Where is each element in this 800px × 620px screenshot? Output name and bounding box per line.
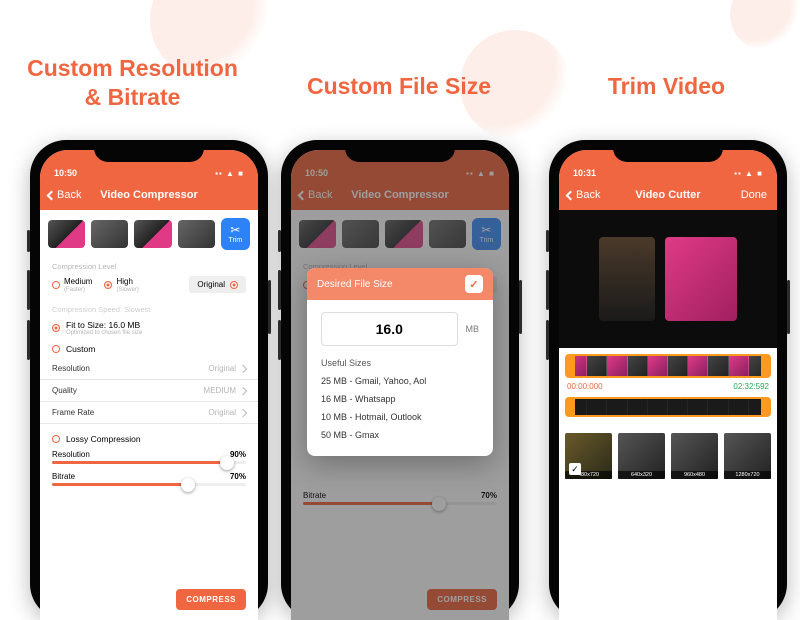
resolution-option[interactable]: 960x480: [671, 433, 718, 479]
useful-sizes-list: Useful Sizes 25 MB - Gmail, Yahoo, Aol 1…: [307, 354, 493, 456]
trim-start-time: 00:00:000: [567, 382, 603, 391]
preview-frame: [599, 237, 655, 321]
resolution-option[interactable]: 1280x720: [724, 433, 771, 479]
compression-level-segment: Medium(Faster) High(Slower) Original: [40, 273, 258, 299]
status-time: 10:50: [54, 168, 77, 178]
video-thumbnails-row: ✂ Trim: [40, 210, 258, 256]
confirm-button[interactable]: ✓: [465, 275, 483, 293]
section-compression-level: Compression Level: [40, 256, 258, 273]
modal-header: Desired File Size ✓: [307, 268, 493, 300]
useful-size-item[interactable]: 16 MB - Whatsapp: [321, 390, 479, 408]
option-lossy[interactable]: Lossy Compression: [40, 430, 258, 448]
trim-handle-right[interactable]: [761, 397, 771, 417]
preview-frame: [665, 237, 737, 321]
compress-button[interactable]: COMPRESS: [176, 589, 246, 610]
scissors-icon: ✂: [230, 224, 240, 236]
row-resolution[interactable]: ResolutionOriginal: [40, 358, 258, 380]
speed-label: Compression Speed: Slowest: [40, 299, 258, 316]
panel-trim-video: Trim Video 10:31 ▪▪ ▲ ■ Back Video Cutte…: [533, 0, 800, 545]
radio-icon: [52, 281, 60, 289]
modal-title: Desired File Size: [317, 279, 393, 290]
option-high[interactable]: High(Slower): [104, 277, 138, 293]
file-size-unit: MB: [466, 324, 480, 334]
useful-size-item[interactable]: 25 MB - Gmail, Yahoo, Aol: [321, 372, 479, 390]
check-icon: ✓: [469, 278, 478, 291]
headline: Trim Video: [533, 72, 800, 101]
file-size-input[interactable]: 16.0: [321, 312, 458, 346]
trim-timeline-secondary[interactable]: [565, 397, 771, 417]
done-button[interactable]: Done: [741, 189, 767, 201]
slider-bitrate[interactable]: Bitrate70%: [40, 470, 258, 492]
chevron-right-icon: [239, 386, 247, 394]
phone-notch: [613, 140, 723, 162]
resolution-option[interactable]: 480x720: [565, 433, 612, 479]
panel-custom-size: Custom File Size 10:50 ▪▪ ▲ ■ Back Video…: [265, 0, 533, 545]
video-thumb[interactable]: [91, 220, 128, 248]
useful-size-item[interactable]: 50 MB - Gmax: [321, 426, 479, 444]
option-medium[interactable]: Medium(Faster): [52, 277, 92, 293]
chevron-right-icon: [239, 408, 247, 416]
trim-button[interactable]: ✂ Trim: [221, 218, 250, 250]
option-original[interactable]: Original: [189, 276, 246, 293]
video-preview[interactable]: [559, 210, 777, 348]
option-custom[interactable]: Custom: [40, 340, 258, 358]
status-time: 10:31: [573, 168, 596, 178]
chevron-left-icon: [47, 190, 57, 200]
trim-times: 00:00:000 02:32:592: [559, 378, 777, 393]
back-button[interactable]: Back: [48, 189, 81, 201]
nav-bar: Back Video Cutter Done: [559, 180, 777, 210]
video-thumb[interactable]: [178, 220, 215, 248]
nav-bar: Back Video Compressor: [40, 180, 258, 210]
useful-size-item[interactable]: 10 MB - Hotmail, Outlook: [321, 408, 479, 426]
slider-knob[interactable]: [220, 456, 234, 470]
screen-video-cutter: 10:31 ▪▪ ▲ ■ Back Video Cutter Done: [559, 150, 777, 620]
screen-compressor: 10:50 ▪▪ ▲ ■ Back Video Compressor ✂ Tri…: [40, 150, 258, 620]
trim-timeline-primary[interactable]: [559, 348, 777, 378]
video-thumb[interactable]: [134, 220, 171, 248]
radio-icon: [104, 281, 112, 289]
phone-mock: 10:50 ▪▪ ▲ ■ Back Video Compressor ✂Trim…: [281, 140, 519, 620]
panel-resolution-bitrate: Custom Resolution& Bitrate 10:50 ▪▪ ▲ ■ …: [0, 0, 265, 545]
trim-handle-right[interactable]: [761, 354, 771, 378]
trim-end-time: 02:32:592: [733, 382, 769, 391]
useful-sizes-header: Useful Sizes: [321, 358, 479, 368]
chevron-left-icon: [566, 190, 576, 200]
phone-notch: [345, 140, 455, 162]
phone-notch: [94, 140, 204, 162]
option-fit-to-size[interactable]: Fit to Size: 16.0 MBOptimized to chosen …: [40, 316, 258, 340]
phone-mock: 10:31 ▪▪ ▲ ■ Back Video Cutter Done: [549, 140, 787, 620]
row-framerate[interactable]: Frame RateOriginal: [40, 402, 258, 424]
chevron-right-icon: [239, 364, 247, 372]
radio-icon: [230, 281, 238, 289]
phone-mock: 10:50 ▪▪ ▲ ■ Back Video Compressor ✂ Tri…: [30, 140, 268, 620]
slider-knob[interactable]: [181, 478, 195, 492]
radio-icon: [52, 345, 60, 353]
back-button[interactable]: Back: [567, 189, 600, 201]
headline: Custom File Size: [265, 72, 533, 101]
headline: Custom Resolution& Bitrate: [0, 54, 265, 112]
radio-icon: [52, 435, 60, 443]
desired-file-size-modal: Desired File Size ✓ 16.0 MB Useful Sizes…: [307, 268, 493, 456]
app-store-screenshots: Custom Resolution& Bitrate 10:50 ▪▪ ▲ ■ …: [0, 0, 800, 545]
video-thumb[interactable]: [48, 220, 85, 248]
status-icons: ▪▪ ▲ ■: [734, 169, 763, 178]
resolution-presets: 480x720 640x320 960x480 1280x720: [559, 417, 777, 479]
radio-icon: [52, 324, 60, 332]
row-quality[interactable]: QualityMEDIUM: [40, 380, 258, 402]
trim-handle-left[interactable]: [565, 354, 575, 378]
slider-resolution[interactable]: Resolution90%: [40, 448, 258, 470]
resolution-option[interactable]: 640x320: [618, 433, 665, 479]
trim-handle-left[interactable]: [565, 397, 575, 417]
screen-compressor-modal: 10:50 ▪▪ ▲ ■ Back Video Compressor ✂Trim…: [291, 150, 509, 620]
status-icons: ▪▪ ▲ ■: [215, 169, 244, 178]
